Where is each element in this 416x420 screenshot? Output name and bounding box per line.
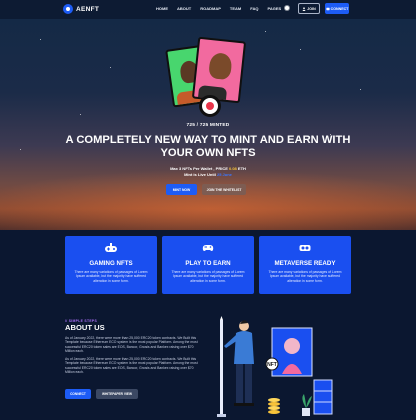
feature-desc: There are many variations of passages of… [74, 270, 148, 283]
feature-desc: There are many variations of passages of… [171, 270, 245, 283]
about-paragraph: As of January 2022, there were more than… [65, 357, 198, 375]
about-title: ABOUT US [65, 323, 105, 332]
controller-icon [202, 245, 214, 251]
wallet-icon [326, 7, 330, 10]
mint-deadline-text: Mint is Live Until 25 June [184, 172, 232, 177]
sun-icon[interactable] [283, 4, 291, 12]
hero-section: 725 / 725 MINTED A COMPLETELY NEW WAY TO… [0, 19, 416, 230]
nav-item-roadmap[interactable]: ROADMAP [200, 6, 221, 11]
vr-headset-icon [299, 245, 311, 251]
top-navbar: AENFT HOME ABOUT ROADMAP TEAM FAQ PAGES … [0, 0, 416, 19]
join-button[interactable]: JOIN [298, 3, 320, 14]
hero-glow [0, 169, 416, 230]
connect-label: CONNECT [330, 6, 349, 11]
mint-deadline-link[interactable]: 25 June [217, 172, 232, 177]
connect-button[interactable]: CONNECT [325, 3, 349, 14]
join-whitelist-button[interactable]: JOIN THE WHITELIST [202, 184, 246, 195]
feature-card-play-to-earn: PLAY TO EARN There are many variations o… [162, 236, 254, 294]
mint-price: 0.08 [229, 166, 237, 171]
feature-title: METAVERSE READY [274, 260, 336, 267]
logo[interactable]: AENFT [63, 4, 99, 14]
feature-card-gaming: GAMING NFTS There are many variations of… [65, 236, 157, 294]
nav-item-about[interactable]: ABOUT [177, 6, 191, 11]
hero-nft-cards-image [165, 36, 255, 124]
feature-title: GAMING NFTS [89, 260, 133, 267]
mint-limit-text: Max 3 NFTs Per Wallet , PRICE 0.08 ETH [170, 166, 246, 171]
whitepaper-button[interactable]: WHITEPAPER VIEW [96, 389, 138, 399]
hero-headline: A COMPLETELY NEW WAY TO MINT AND EARN WI… [65, 134, 351, 159]
logo-text: AENFT [76, 5, 100, 13]
user-icon [302, 6, 306, 11]
features-row: GAMING NFTS There are many variations of… [65, 236, 351, 294]
mint-now-button[interactable]: MINT NOW [166, 184, 197, 195]
nav-item-pages[interactable]: PAGES [267, 6, 281, 11]
logo-icon [63, 4, 73, 14]
feature-desc: There are many variations of passages of… [268, 270, 342, 283]
nft-card-pink [191, 36, 247, 104]
svg-text:NFT: NFT [267, 362, 277, 368]
ape-avatar [208, 52, 233, 81]
feature-title: PLAY TO EARN [185, 260, 231, 267]
mint-badge-icon [199, 95, 221, 117]
gamepad-icon [105, 243, 117, 252]
join-label: JOIN [307, 6, 316, 11]
about-illustration: NFT [217, 316, 333, 417]
nav-item-home[interactable]: HOME [156, 6, 168, 11]
feature-card-metaverse: METAVERSE READY There are many variation… [259, 236, 351, 294]
nav-item-faq[interactable]: FAQ [250, 6, 258, 11]
nav-item-team[interactable]: TEAM [230, 6, 241, 11]
main-menu: HOME ABOUT ROADMAP TEAM FAQ PAGES [156, 6, 281, 11]
about-paragraph: As of January 2022, there were more than… [65, 336, 198, 354]
about-connect-button[interactable]: CONNECT [65, 389, 91, 399]
minted-count: 725 / 725 MINTED [186, 123, 230, 128]
